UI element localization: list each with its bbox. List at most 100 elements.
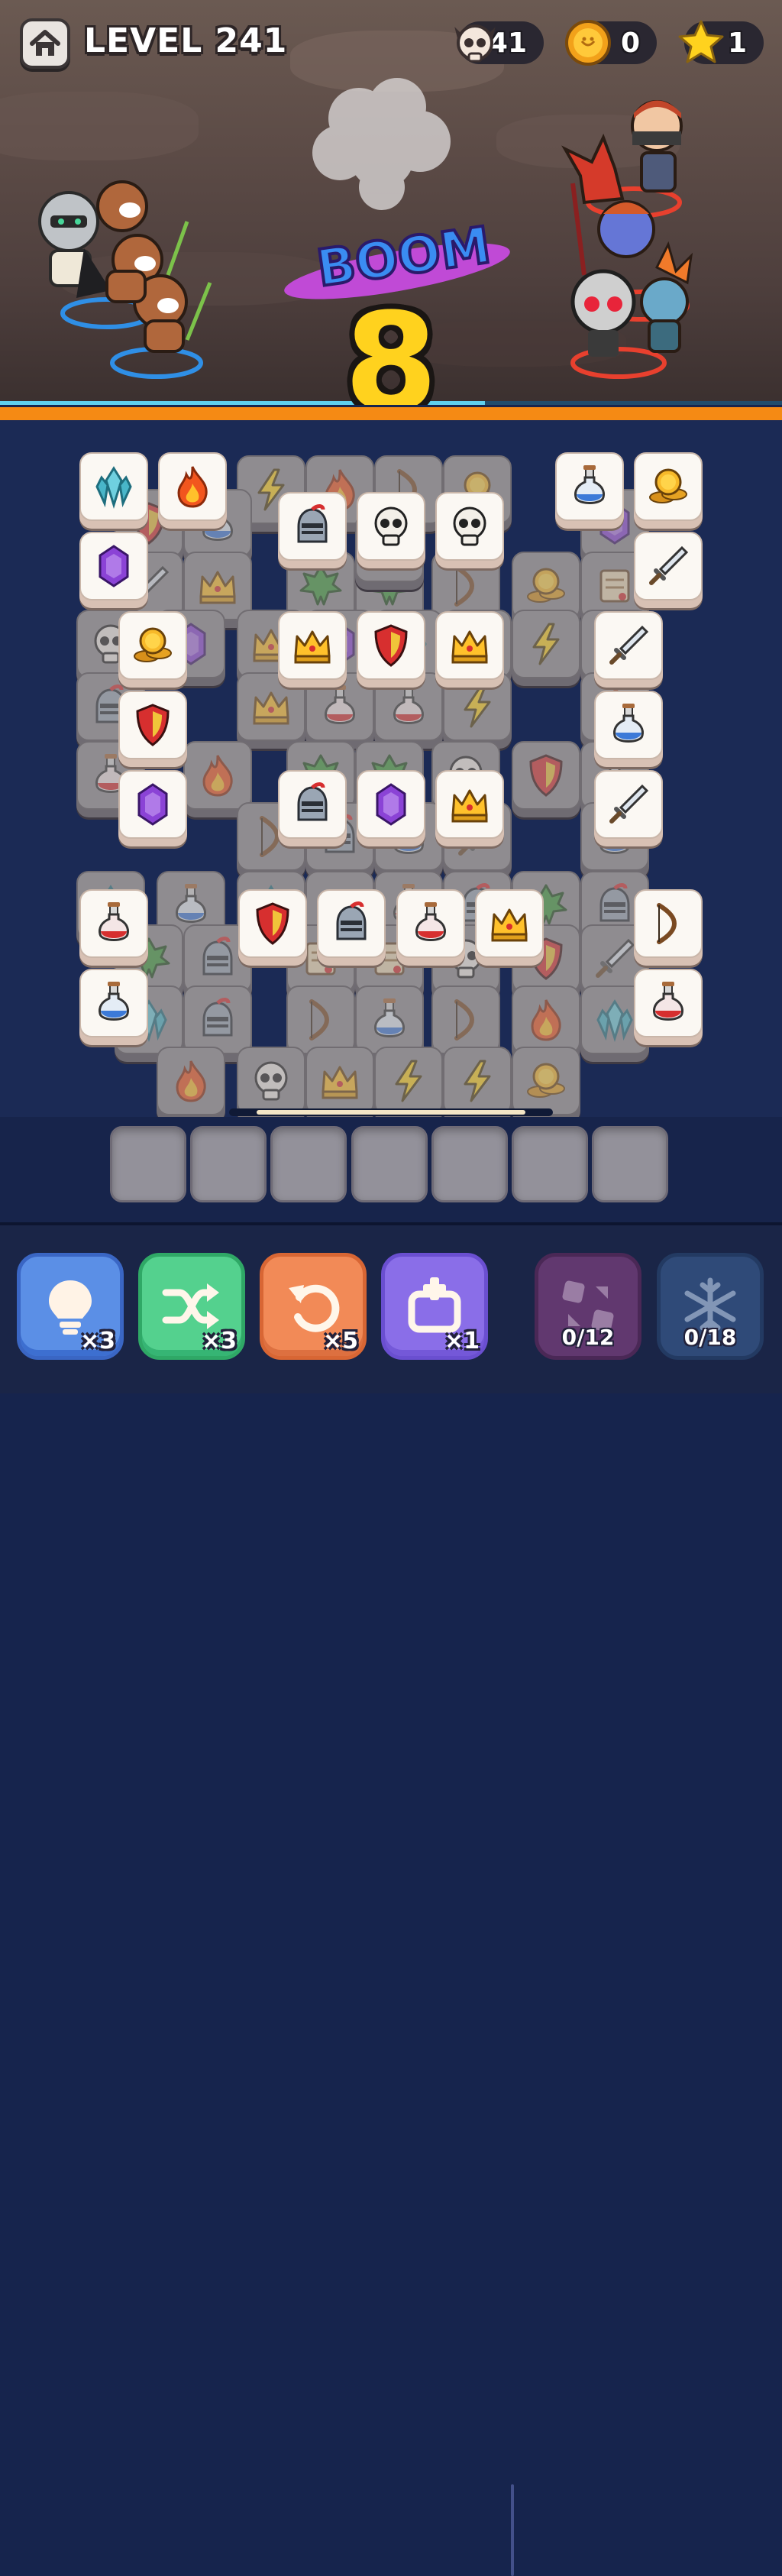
- shield-icon: [374, 624, 408, 667]
- potion-red-tile: [374, 672, 443, 741]
- shield-tile[interactable]: [238, 889, 307, 958]
- bow-icon: [454, 565, 474, 607]
- magnet-button-locked[interactable]: 0/12: [535, 1253, 641, 1360]
- crown-tile[interactable]: [278, 611, 347, 680]
- add-slot-button[interactable]: ×1: [381, 1253, 488, 1360]
- crown-tile[interactable]: [435, 770, 504, 839]
- sword-icon: [609, 784, 649, 824]
- bolt-icon: [464, 685, 491, 728]
- potion-blue-tile[interactable]: [594, 691, 663, 759]
- fire-tile[interactable]: [158, 452, 227, 521]
- shield-icon: [529, 754, 563, 797]
- skull-tile[interactable]: [435, 492, 504, 561]
- scroll-icon: [599, 569, 630, 603]
- undo-button[interactable]: ×5: [260, 1253, 367, 1360]
- skull-icon: [374, 506, 408, 546]
- bolt-icon: [395, 1060, 422, 1102]
- coin-icon: [527, 1063, 565, 1098]
- gem-tile[interactable]: [79, 532, 148, 600]
- toolbar-divider: [511, 2484, 514, 2576]
- gem-tile[interactable]: [118, 770, 187, 839]
- helmet-tile[interactable]: [278, 492, 347, 561]
- star-counter: 1: [678, 20, 764, 64]
- helmet-icon: [297, 504, 328, 543]
- bow-tile: [431, 985, 500, 1054]
- sword-tile[interactable]: [634, 532, 703, 600]
- bow-icon: [657, 903, 677, 944]
- skull-icon: [454, 24, 496, 63]
- potion-red-tile[interactable]: [79, 889, 148, 958]
- crown-icon: [294, 630, 331, 664]
- skull-icon: [254, 1061, 288, 1101]
- coin-tile[interactable]: [634, 452, 703, 521]
- bolt-icon: [464, 1060, 491, 1102]
- crystal-icon: [95, 466, 132, 510]
- shuffle-button[interactable]: ×3: [138, 1253, 245, 1360]
- potion-blue-icon: [613, 704, 644, 743]
- home-button[interactable]: [20, 18, 70, 69]
- tile-board: [0, 420, 782, 1222]
- helmet-icon: [202, 937, 233, 976]
- crown-icon: [322, 1066, 358, 1099]
- potion-red-icon: [415, 902, 446, 941]
- ninja-enemy: [631, 100, 683, 193]
- potion-blue-icon: [374, 998, 405, 1037]
- coin-icon: [649, 468, 687, 503]
- potion-red-tile[interactable]: [634, 969, 703, 1037]
- sword-tile[interactable]: [594, 770, 663, 839]
- bow-tile[interactable]: [634, 889, 703, 958]
- shield-icon: [136, 704, 170, 746]
- coin-counter: 0: [565, 20, 657, 66]
- bow-tile: [286, 985, 355, 1054]
- hero-squad: [38, 180, 212, 379]
- coin-tile: [512, 1047, 580, 1115]
- helmet-tile[interactable]: [278, 770, 347, 839]
- crown-icon: [451, 789, 488, 823]
- hint-count: ×3: [79, 1328, 115, 1354]
- sword-tile[interactable]: [594, 611, 663, 680]
- crown-icon: [491, 908, 528, 942]
- bolt-tile: [374, 1047, 443, 1115]
- tray-slot: [190, 1126, 267, 1202]
- shuffle-count: ×3: [201, 1328, 237, 1354]
- top-bar: LEVEL 241 41 0 1: [0, 0, 782, 84]
- potion-red-tile[interactable]: [396, 889, 465, 958]
- bolt-tile: [443, 1047, 512, 1115]
- fire-icon: [177, 466, 208, 508]
- bolt-tile: [443, 672, 512, 741]
- skull-counter: 41: [454, 21, 544, 64]
- sword-icon: [596, 938, 635, 978]
- leaf-icon: [299, 565, 342, 606]
- bow-icon: [454, 999, 474, 1040]
- crown-tile[interactable]: [475, 889, 544, 958]
- coin-tile[interactable]: [118, 611, 187, 680]
- tray-scrollbar-thumb[interactable]: [257, 1110, 525, 1115]
- freeze-progress: 0/18: [683, 1325, 737, 1350]
- freeze-button-locked[interactable]: 0/18: [657, 1253, 764, 1360]
- shield-tile[interactable]: [357, 611, 425, 680]
- helmet-tile[interactable]: [317, 889, 386, 958]
- fire-tile: [183, 741, 252, 810]
- powerup-toolbar: ×3 ×3 ×5 ×1 0/12 0/18: [0, 1222, 782, 2576]
- coin-icon: [134, 627, 172, 662]
- potion-blue-tile[interactable]: [79, 969, 148, 1037]
- crystal-tile[interactable]: [79, 452, 148, 521]
- potion-blue-tile: [355, 985, 424, 1054]
- skull-tile[interactable]: [357, 492, 425, 561]
- crown-tile[interactable]: [435, 611, 504, 680]
- fire-icon: [202, 755, 233, 797]
- undo-count: ×5: [322, 1328, 358, 1354]
- hint-button[interactable]: ×3: [17, 1253, 124, 1360]
- shield-tile[interactable]: [118, 691, 187, 759]
- crown-icon: [253, 691, 289, 725]
- helmet-icon: [202, 998, 233, 1037]
- potion-blue-tile[interactable]: [555, 452, 624, 521]
- goblin-enemy: [640, 241, 693, 353]
- level-title: LEVEL 241: [84, 21, 288, 60]
- sword-icon: [609, 625, 649, 665]
- potion-blue-icon: [99, 982, 129, 1021]
- tray-scrollbar[interactable]: [229, 1108, 553, 1116]
- skeleton-enemy: [570, 269, 636, 357]
- crown-tile: [305, 1047, 374, 1115]
- gem-tile[interactable]: [357, 770, 425, 839]
